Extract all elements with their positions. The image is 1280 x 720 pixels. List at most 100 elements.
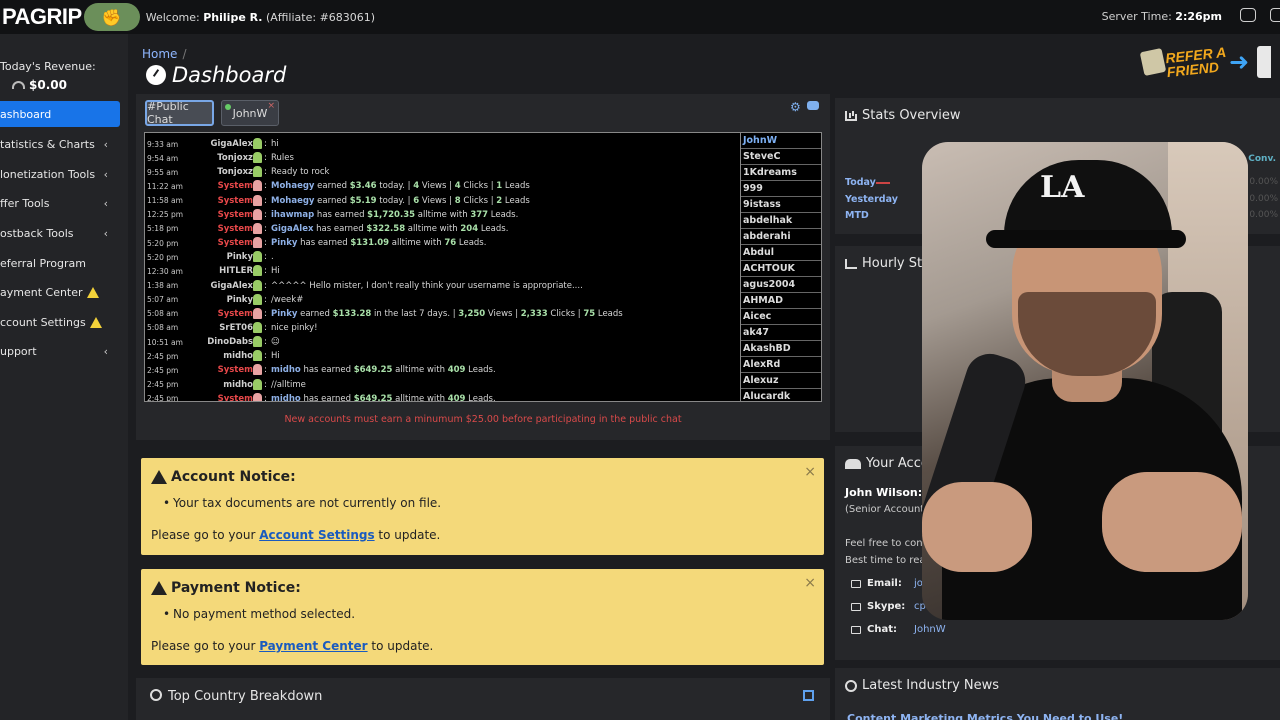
sidebar-item[interactable]: upport ‹ [0,338,120,364]
warning-icon [86,286,99,298]
chevron-left-icon: ‹ [103,167,108,181]
sidebar-item[interactable]: lonetization Tools ‹ [0,161,120,187]
sidebar-item[interactable]: ayment Center [0,279,120,305]
chat-message: 9:33 am GigaAlex: hi [147,138,279,149]
fist-icon: ✊ [83,3,140,31]
users-icon [845,458,861,469]
message-user[interactable]: Pinky [227,252,253,262]
user-icon [253,293,262,305]
chat-user-item[interactable]: 9istass [741,197,821,213]
chat-user-item[interactable]: AlexRd [741,357,821,373]
manager-chat[interactable]: JohnW [914,624,946,635]
logo-text: PAGRIP [2,4,82,29]
message-user[interactable]: Tonjoxz [217,153,253,163]
message-text: /week# [271,294,304,305]
message-text: Hi [271,351,280,362]
chat-user-item[interactable]: SteveC [741,149,821,165]
message-user[interactable]: Tonjoxz [217,167,253,177]
refer-a-friend-banner[interactable]: REFER A FRIEND ➜ [1139,44,1272,80]
message-user[interactable]: GigaAlex [211,139,253,149]
side-button[interactable] [1257,46,1272,78]
user-icon [253,138,262,149]
chevron-left-icon: ‹ [103,196,108,210]
message-user[interactable]: GigaAlex [211,281,253,291]
message-user[interactable]: System [218,196,253,206]
chat-user-item[interactable]: AHMAD [741,293,821,309]
payment-notice: Payment Notice: × No payment method sele… [141,569,824,665]
chat-messages[interactable]: 9:33 am GigaAlex: hi 9:54 am Tonjoxz: Rules 9:… [144,132,742,402]
sidebar-item[interactable]: eferral Program [0,250,120,276]
message-user[interactable]: System [218,365,253,375]
tab-public-chat[interactable]: #Public Chat [145,100,214,126]
chat-panel: #Public Chat JohnW × ⚙ 9:33 am GigaAlex: h… [136,94,830,440]
stat-row-mtd[interactable]: MTD [845,210,869,221]
chat-user-item[interactable]: agus2004 [741,277,821,293]
message-user[interactable]: System [218,181,253,191]
message-user[interactable]: Pinky [227,295,253,305]
close-icon[interactable]: × [804,464,816,480]
chat-user-item[interactable]: Aicec [741,309,821,325]
sidebar-item[interactable]: ashboard [0,101,120,127]
sidebar-item[interactable]: ostback Tools ‹ [0,220,120,246]
warning-icon [89,316,102,328]
close-tab-icon[interactable]: × [267,101,275,111]
message-time: 12:25 pm [147,210,184,220]
message-user[interactable]: midho [223,380,253,390]
account-notice: Account Notice: × Your tax documents are… [141,458,824,555]
chat-user-item[interactable]: Alexuz [741,373,821,389]
message-user[interactable]: System [218,224,253,234]
message-user[interactable]: midho [223,351,253,361]
top-country-title: Top Country Breakdown [168,689,323,704]
message-user[interactable]: System [218,309,253,319]
stat-indicator [876,182,890,184]
message-user[interactable]: SrET06 [219,323,253,333]
account-settings-link[interactable]: Account Settings [259,528,374,542]
external-link-icon[interactable] [803,690,814,701]
chat-user-item[interactable]: 999 [741,181,821,197]
chat-user-item[interactable]: 1Kdreams [741,165,821,181]
chat-user-item[interactable]: ACHTOUK [741,261,821,277]
chat-user-item[interactable]: abderahi [741,229,821,245]
gear-icon[interactable]: ⚙ [790,100,801,114]
logo[interactable]: PAGRIP ✊ [0,0,140,34]
chat-bubbles-icon[interactable] [807,101,819,110]
sidebar-item[interactable]: ccount Settings [0,309,120,335]
stat-row-today[interactable]: Today [845,177,876,188]
message-user[interactable]: System [218,394,253,401]
close-icon[interactable]: × [804,575,816,591]
chat-user-item[interactable]: Abdul [741,245,821,261]
notification-icon[interactable] [1270,8,1280,22]
chat-user-item[interactable]: abdelhak [741,213,821,229]
user-icon [253,336,262,348]
warning-icon [151,581,167,595]
message-user[interactable]: System [218,238,253,248]
message-time: 9:54 am [147,153,179,163]
breadcrumb-home[interactable]: Home [142,47,177,61]
message-user[interactable]: System [218,210,253,220]
news-headline[interactable]: Content Marketing Metrics You Need to Us… [847,712,1123,720]
user-icon [253,265,262,277]
chat-user-list[interactable]: JohnW SteveC 1Kdreams 999 9istass abdelhak abd… [740,132,822,402]
message-user[interactable]: HITLER [219,266,253,276]
sidebar-item[interactable]: tatistics & Charts ‹ [0,131,120,157]
message-user[interactable]: DinoDabs [207,337,253,347]
chat-user-item[interactable]: ak47 [741,325,821,341]
message-time: 10:51 am [147,337,183,347]
payment-center-link[interactable]: Payment Center [259,639,367,653]
message-text: hi [271,139,279,149]
industry-news-panel: Latest Industry News Content Marketing M… [835,668,1280,720]
tab-johnw[interactable]: JohnW × [221,100,279,126]
conv-header: Conv. [1248,154,1276,164]
chat-user-item[interactable]: AkashBD [741,341,821,357]
chat-user-item[interactable]: JohnW [741,133,821,149]
chat-icon[interactable] [1240,8,1256,22]
sidebar-item[interactable]: ffer Tools ‹ [0,190,120,216]
stat-row-yesterday[interactable]: Yesterday [845,194,898,205]
fist-icon [253,392,262,401]
message-text: . [271,252,274,263]
affiliate-id: (Affiliate: #683061) [265,10,376,24]
warning-icon [151,470,167,484]
chat-user-item[interactable]: Alucardk [741,389,821,401]
chat-message: 11:58 am System: Mohaegy earned $5.19 toda… [147,194,530,206]
chevron-left-icon: ‹ [103,137,108,151]
